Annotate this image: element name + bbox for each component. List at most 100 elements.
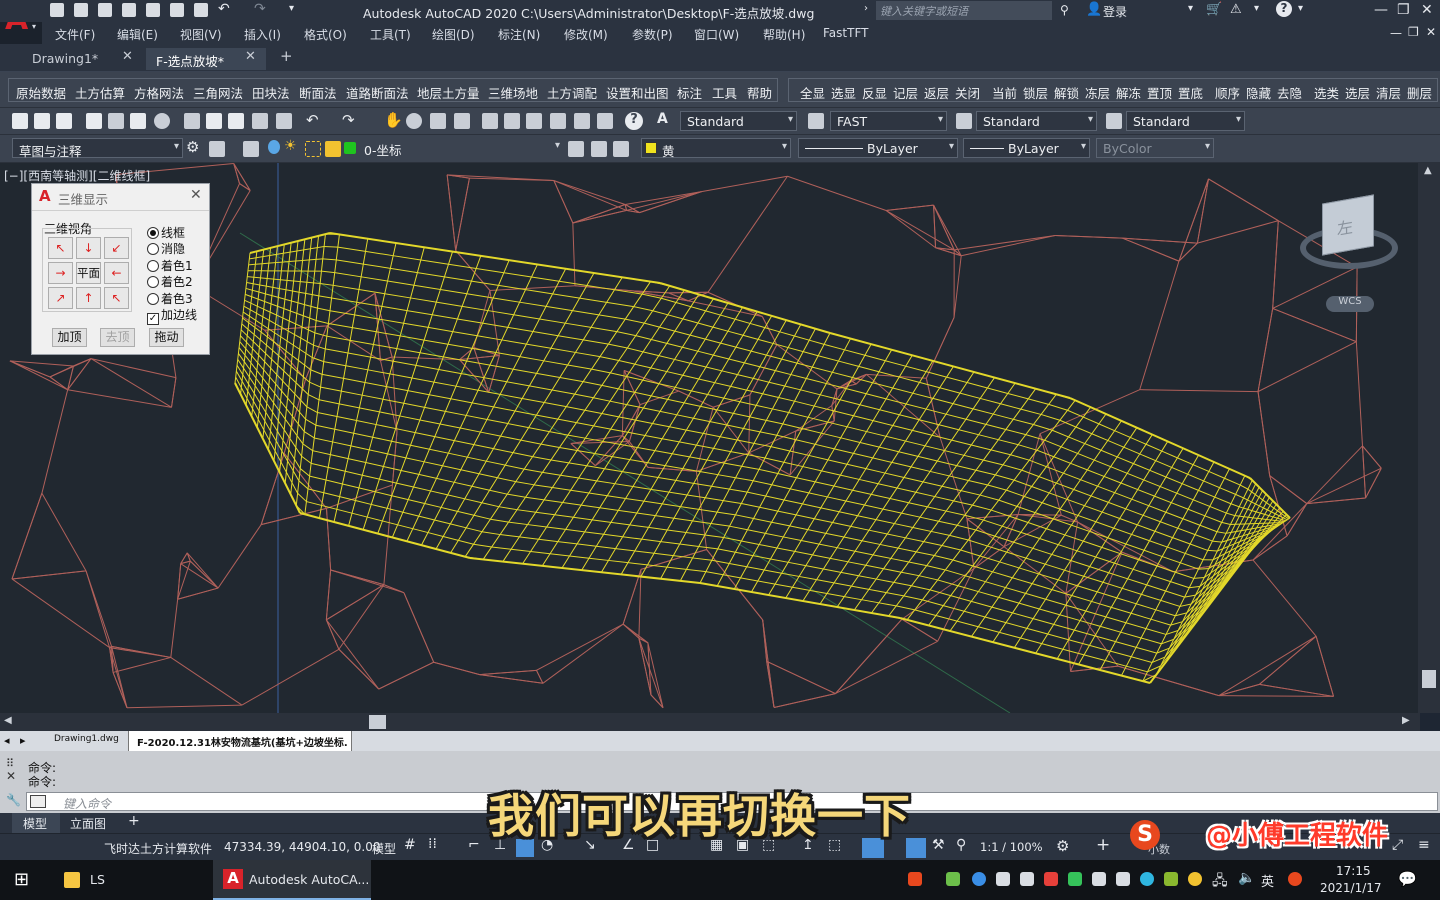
pan-icon[interactable]: ✋ [384,111,403,129]
radio-shade2[interactable]: 着色2 [147,273,193,290]
layer-lock[interactable]: 锁层 [1023,83,1048,102]
layer-current[interactable]: 当前 [992,83,1017,102]
chevron-down-icon[interactable]: ▾ [1298,3,1303,14]
doc-close-icon[interactable]: ✕ [1426,25,1436,39]
dim-style-select[interactable]: FAST ▾ [830,111,947,131]
tab-close-icon[interactable]: ✕ [245,49,256,64]
menu-file[interactable]: 文件(F) [55,26,95,43]
minimize-icon[interactable]: — [1374,2,1388,18]
nvidia-icon[interactable] [1164,872,1178,886]
plugin-annotation[interactable]: 标注 [677,83,702,102]
new-tab-icon[interactable]: + [280,47,293,65]
snap-icon[interactable]: ⁞⁞ [428,836,437,852]
layer-select-type[interactable]: 选类 [1314,83,1339,102]
view-plan-button[interactable]: 平面 [76,262,101,284]
undo-icon[interactable]: ↶ [306,111,319,129]
plugin-triangle-method[interactable]: 三角网法 [193,83,243,102]
layer-delete[interactable]: 删层 [1407,83,1432,102]
sheet-set-icon[interactable] [550,113,566,129]
color-select[interactable]: 黄 ▾ [641,138,791,159]
command-prompt-icon[interactable] [30,795,46,808]
workspace-settings-icon[interactable] [209,141,225,157]
gear-icon[interactable]: ⚙ [186,138,199,156]
viewport-freeze-icon[interactable] [305,141,321,157]
gear-icon[interactable]: ⚙ [1056,837,1069,855]
sogou-ime-icon[interactable]: S [1130,820,1160,850]
layer-thaw[interactable]: 解冻 [1116,83,1141,102]
plugin-settings-output[interactable]: 设置和出图 [606,83,669,102]
wechat-icon[interactable] [1068,872,1082,886]
menu-format[interactable]: 格式(O) [304,26,347,43]
wcs-menu-button[interactable]: WCS [1326,296,1374,312]
zoom-previous-icon[interactable] [454,113,470,129]
help-icon[interactable]: ? [1276,1,1292,17]
layer-close[interactable]: 关闭 [955,83,980,102]
menu-view[interactable]: 视图(V) [180,26,222,43]
undo-icon[interactable]: ↶ [218,1,230,17]
annotation-scale-value[interactable]: 1:1 / 100% [980,840,1043,854]
infer-icon[interactable]: ⌐ [468,837,480,853]
horizontal-scrollbar[interactable]: ◀ ▶ [0,713,1420,731]
plugin-strata-volume[interactable]: 地层土方量 [417,83,480,102]
workspace-select[interactable]: 草图与注释 ▾ [12,138,183,159]
fullscreen-icon[interactable]: ⤢ [1392,837,1403,853]
layer-freeze[interactable]: 冻层 [1085,83,1110,102]
table-style-select[interactable]: Standard ▾ [976,111,1097,131]
tab-elevation[interactable]: 立面图 [70,815,106,832]
layer-unlock[interactable]: 解锁 [1054,83,1079,102]
model-space-toggle[interactable]: 模型 [372,840,396,857]
binoculars-icon[interactable]: ⚲ [1060,3,1069,17]
customize-icon[interactable]: ≡ [1418,837,1430,853]
viewcube-face[interactable]: 左 [1322,194,1374,256]
auto-scale-icon[interactable]: ⚒ [932,837,945,853]
view-se-button[interactable]: ↖ [104,287,129,309]
layer-select[interactable]: 0-坐标 ▾ [358,138,563,158]
lock-icon[interactable] [325,141,341,157]
layer-hide[interactable]: 隐藏 [1246,83,1271,102]
chevron-down-icon[interactable]: ▾ [1188,3,1193,14]
plugin-tools[interactable]: 工具 [712,83,737,102]
radio-shade1[interactable]: 着色1 [147,257,193,274]
design-center-icon[interactable] [504,113,520,129]
properties-icon[interactable] [482,113,498,129]
menu-window[interactable]: 窗口(W) [694,26,739,43]
block-editor-icon[interactable] [276,113,292,129]
save-icon[interactable] [98,3,112,17]
plugin-section-method[interactable]: 断面法 [299,83,337,102]
taskbar-item-folder[interactable]: LS [54,860,154,900]
layer-return[interactable]: 返层 [924,83,949,102]
cut-icon[interactable] [184,113,200,129]
layer-to-top[interactable]: 置顶 [1147,83,1172,102]
cart-icon[interactable]: 🛒 [1206,2,1222,17]
notification-icon[interactable]: 💬 [1398,870,1417,888]
menu-help[interactable]: 帮助(H) [763,26,805,43]
preview-icon[interactable] [108,113,124,129]
scroll-left-icon[interactable]: ◀ [4,715,12,726]
network-icon[interactable]: 🖧 [1212,870,1228,894]
radio-shade3[interactable]: 着色3 [147,290,193,307]
redo-icon[interactable]: ↷ [342,111,355,129]
mleader-style-select[interactable]: Standard ▾ [1126,111,1245,131]
layer-previous-icon[interactable] [591,141,607,157]
plugin-help[interactable]: 帮助 [747,83,772,102]
plugin-raw-data[interactable]: 原始数据 [16,83,66,102]
make-current-icon[interactable] [568,141,584,157]
plugin-road-section[interactable]: 道路断面法 [346,83,409,102]
add-top-button[interactable]: 加顶 [52,328,87,347]
wrench-icon[interactable]: 🔧 [6,793,21,807]
layer-to-bottom[interactable]: 置底 [1178,83,1203,102]
viewport-controls-label[interactable]: [−][西南等轴测][二维线框] [4,167,150,184]
view-nw-button[interactable]: ↖ [48,237,73,259]
sogou-tray-icon[interactable] [1288,872,1302,886]
prev-tab-icon[interactable]: ◂ [4,734,10,747]
layer-order[interactable]: 顺序 [1215,83,1240,102]
windows-start-icon[interactable]: ⊞ [14,869,29,890]
layer-record[interactable]: 记层 [893,83,918,102]
search-input[interactable]: 键入关键字或短语 [876,1,1052,20]
layer-state-icon[interactable] [613,141,629,157]
drag-button[interactable]: 拖动 [149,328,184,347]
print-icon[interactable] [86,113,102,129]
plugin-earthwork-estimate[interactable]: 土方估算 [75,83,125,102]
doc-restore-icon[interactable]: ❐ [1408,25,1419,39]
taskbar-item-autocad[interactable]: A Autodesk AutoCA... [213,860,371,900]
